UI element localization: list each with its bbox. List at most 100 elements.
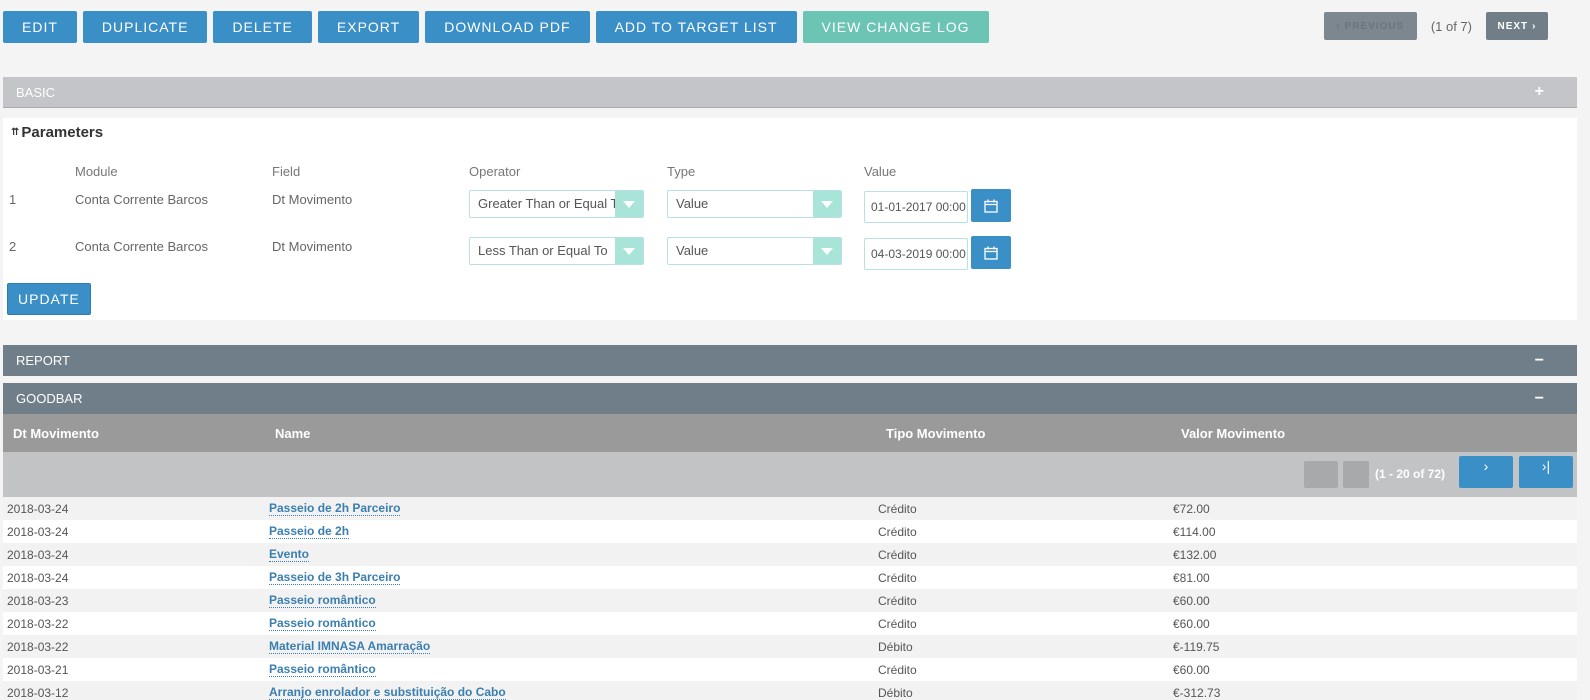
duplicate-button[interactable]: DUPLICATE [82,11,208,43]
row-name-link[interactable]: Passeio romântico [269,617,376,631]
type-select-value: Value [676,243,709,258]
calendar-button[interactable] [971,189,1011,222]
table-row: 2018-03-22 Passeio romântico Crédito €60.00 [3,612,1577,635]
table-row: 2018-03-24 Passeio de 2h Parceiro Crédito €… [3,497,1577,520]
parameters-title[interactable]: ⇈ Parameters [11,124,103,141]
field-column-header: Field [272,164,301,179]
row-tipo: Crédito [878,525,917,539]
row-tipo: Débito [878,640,913,654]
operator-select-value: Less Than or Equal To [478,243,608,258]
table-row: 2018-03-24 Evento Crédito €132.00 [3,543,1577,566]
download-pdf-button[interactable]: DOWNLOAD PDF [425,11,590,43]
table-row: 2018-03-23 Passeio romântico Crédito €60.00 [3,589,1577,612]
next-record-button[interactable]: NEXT › [1486,12,1548,40]
dropdown-arrow-icon[interactable] [813,191,841,217]
delete-button[interactable]: DELETE [213,11,312,43]
row-tipo: Crédito [878,617,917,631]
action-toolbar: EDIT DUPLICATE DELETE EXPORT DOWNLOAD PD… [3,11,989,43]
previous-page-button[interactable] [1343,461,1369,488]
tipo-movimento-column-header[interactable]: Tipo Movimento [886,426,985,441]
view-change-log-button[interactable]: VIEW CHANGE LOG [802,11,989,43]
previous-label: PREVIOUS [1344,20,1405,32]
calendar-icon [984,246,998,260]
row-valor: €72.00 [1173,502,1210,516]
basic-panel-header[interactable]: BASIC + [3,77,1577,108]
row-tipo: Crédito [878,594,917,608]
row-tipo: Débito [878,686,913,700]
name-column-header[interactable]: Name [275,426,310,441]
row-name-link[interactable]: Evento [269,548,310,562]
next-page-button[interactable]: › [1459,456,1513,488]
chevron-left-icon: ‹ [1336,20,1341,32]
row-name-link[interactable]: Passeio romântico [269,594,376,608]
update-button[interactable]: UPDATE [7,283,91,315]
row-date: 2018-03-24 [7,548,69,562]
type-select[interactable]: Value [667,190,842,218]
row-date: 2018-03-21 [7,663,69,677]
calendar-button[interactable] [971,236,1011,269]
row-date: 2018-03-22 [7,617,69,631]
dropdown-arrow-icon[interactable] [615,191,643,217]
operator-select[interactable]: Greater Than or Equal To [469,190,644,218]
date-value-input[interactable]: 04-03-2019 00:00 [864,238,968,270]
operator-select-value: Greater Than or Equal To [478,196,625,211]
row-valor: €60.00 [1173,663,1210,677]
first-page-button[interactable] [1304,461,1338,488]
row-name-link[interactable]: Arranjo enrolador e substituição do Cabo [269,686,506,700]
operator-column-header: Operator [469,164,521,179]
report-panel-header[interactable]: REPORT − [3,345,1577,376]
collapse-chevron-icon[interactable]: ⇈ [11,127,19,138]
row-tipo: Crédito [878,571,917,585]
report-table-body: 2018-03-24 Passeio de 2h Parceiro Crédito €… [3,497,1577,700]
table-row: 2018-03-24 Passeio de 2h Crédito €114.00 [3,520,1577,543]
row-valor: €81.00 [1173,571,1210,585]
operator-select[interactable]: Less Than or Equal To [469,237,644,265]
calendar-icon [984,199,998,213]
row-name-link[interactable]: Material IMNASA Amarração [269,640,431,654]
collapse-icon[interactable]: − [1535,390,1544,408]
table-pagination-bar: (1 - 20 of 72) › ›| [3,452,1577,497]
dt-movimento-column-header[interactable]: Dt Movimento [13,426,99,441]
last-page-icon: ›| [1541,458,1551,474]
param-row-number: 1 [9,192,17,207]
row-valor: €132.00 [1173,548,1217,562]
row-valor: €114.00 [1173,525,1216,539]
row-name-link[interactable]: Passeio de 2h [269,525,350,539]
add-to-target-list-button[interactable]: ADD TO TARGET LIST [595,11,797,43]
table-row: 2018-03-24 Passeio de 3h Parceiro Crédito €… [3,566,1577,589]
previous-record-button[interactable]: ‹ PREVIOUS [1323,12,1417,40]
expand-icon[interactable]: + [1535,83,1544,101]
parameters-panel: ⇈ Parameters Module Field Operator Type … [3,118,1577,320]
table-row: 2018-03-12 Arranjo enrolador e substituiç… [3,681,1577,700]
valor-movimento-column-header[interactable]: Valor Movimento [1181,426,1285,441]
edit-button[interactable]: EDIT [3,11,77,43]
row-date: 2018-03-23 [7,594,69,608]
date-value-input[interactable]: 01-01-2017 00:00 [864,191,968,223]
param-module: Conta Corrente Barcos [75,192,208,207]
table-row: 2018-03-22 Material IMNASA Amarração Débit… [3,635,1577,658]
param-module: Conta Corrente Barcos [75,239,208,254]
goodbar-panel-header[interactable]: GOODBAR − [3,383,1577,414]
dropdown-arrow-icon[interactable] [615,238,643,264]
row-name-link[interactable]: Passeio de 2h Parceiro [269,502,401,516]
row-name-link[interactable]: Passeio de 3h Parceiro [269,571,401,585]
collapse-icon[interactable]: − [1535,352,1544,370]
dropdown-arrow-icon[interactable] [813,238,841,264]
basic-panel-title: BASIC [16,84,56,100]
row-valor: €-119.75 [1173,640,1220,654]
param-row-number: 2 [9,239,17,254]
pagination-info: (1 - 20 of 72) [1375,467,1446,481]
chevron-right-icon: › [1483,458,1489,474]
param-field: Dt Movimento [272,192,353,207]
row-tipo: Crédito [878,502,917,516]
export-button[interactable]: EXPORT [317,11,420,43]
param-field: Dt Movimento [272,239,353,254]
report-panel-title: REPORT [16,353,70,368]
row-date: 2018-03-24 [7,571,69,585]
row-tipo: Crédito [878,548,917,562]
row-valor: €60.00 [1173,617,1210,631]
row-date: 2018-03-22 [7,640,69,654]
last-page-button[interactable]: ›| [1519,456,1573,488]
row-name-link[interactable]: Passeio romântico [269,663,376,677]
type-select[interactable]: Value [667,237,842,265]
